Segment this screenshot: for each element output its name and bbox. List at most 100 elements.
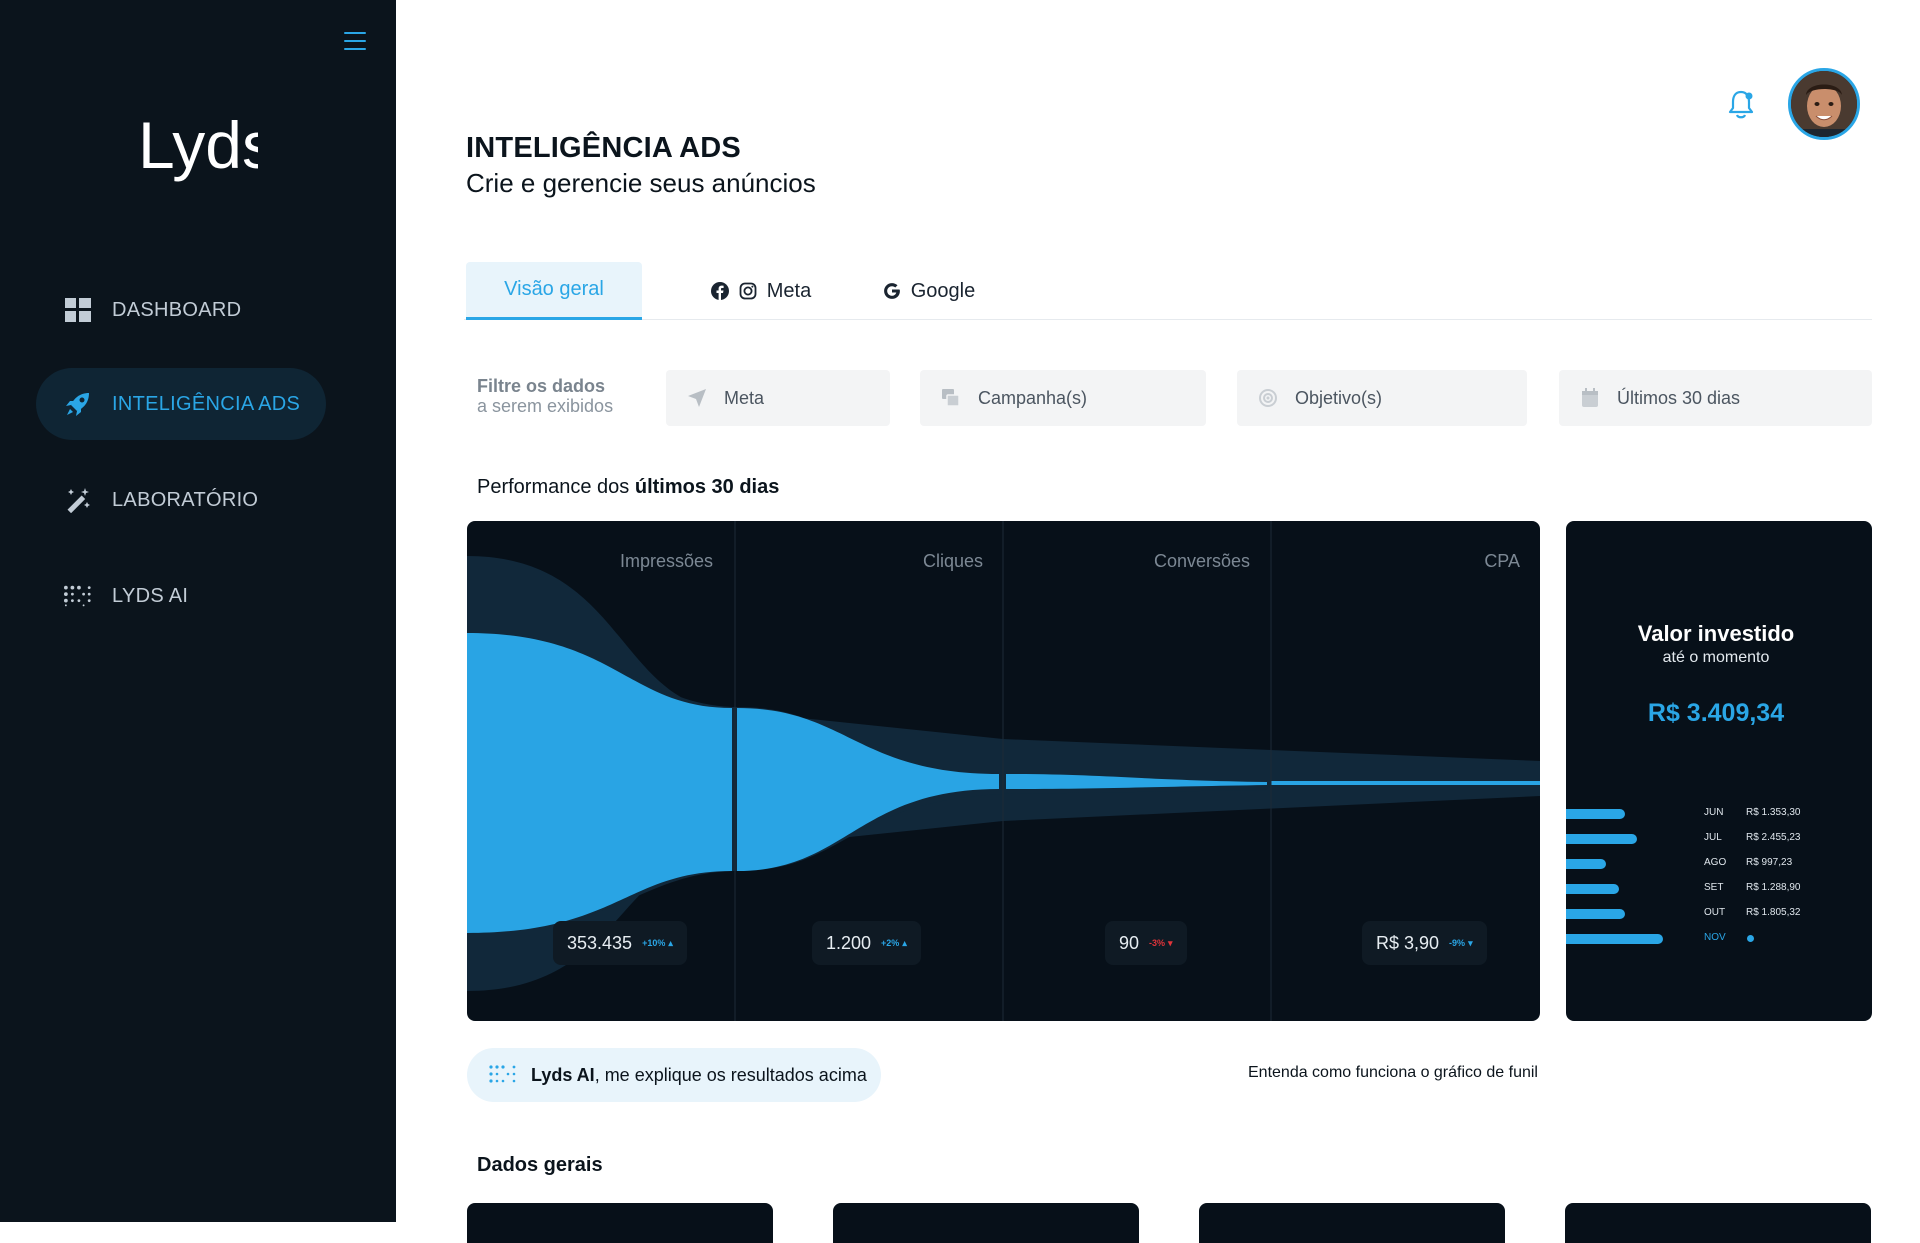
metric-cpa: R$ 3,90 -9% ▾ — [1362, 921, 1487, 965]
tab-label: Visão geral — [504, 278, 604, 300]
data-card — [833, 1203, 1139, 1243]
page-title: INTELIGÊNCIA ADS — [466, 132, 741, 164]
funnel-label-impressoes: Impressões — [619, 551, 713, 571]
metric-delta: -3% — [1149, 938, 1166, 948]
instagram-icon — [739, 282, 757, 300]
investment-bar-row: NOV — [1566, 932, 1872, 946]
data-card — [1199, 1203, 1505, 1243]
ai-prompt-text: Lyds AI, me explique os resultados acima — [531, 1065, 867, 1086]
grid-icon — [64, 296, 92, 324]
investment-bar — [1566, 934, 1663, 944]
ai-prompt-strong: Lyds AI — [531, 1064, 595, 1085]
investment-bar — [1566, 834, 1637, 844]
investment-title: Valor investido — [1637, 621, 1795, 646]
tab-visao-geral[interactable]: Visão geral — [466, 262, 642, 320]
trend-up-icon: ▴ — [902, 937, 907, 948]
current-month-dot — [1747, 935, 1754, 942]
investment-bar — [1566, 859, 1606, 869]
magic-wand-icon — [64, 486, 92, 514]
filter-value: Campanha(s) — [978, 387, 1088, 408]
tab-google[interactable]: Google — [864, 262, 994, 320]
metric-value: 1.200 — [826, 932, 872, 953]
filter-label: Filtre os dados a serem exibidos — [477, 376, 613, 416]
metric-delta: +10% — [642, 938, 666, 948]
lyds-logo: Lyds — [138, 108, 258, 182]
investment-bar-row: AGO R$ 997,23 — [1566, 857, 1872, 871]
avatar-image — [1791, 71, 1857, 137]
investment-month: NOV — [1704, 932, 1726, 943]
sidebar-item-lyds-ai[interactable]: LYDS AI — [36, 560, 326, 632]
investment-bar-row: JUL R$ 2.455,23 — [1566, 832, 1872, 846]
data-card — [1565, 1203, 1871, 1243]
investment-amount: R$ 1.288,90 — [1746, 882, 1801, 893]
funnel-label-cliques: Cliques — [922, 551, 983, 571]
sidebar-item-laboratorio[interactable]: LABORATÓRIO — [36, 464, 326, 536]
trend-down-icon: ▾ — [1468, 937, 1473, 948]
avatar[interactable] — [1788, 68, 1860, 140]
filter-campaign[interactable]: Campanha(s) — [920, 370, 1206, 426]
investment-amount: R$ 997,23 — [1746, 857, 1793, 868]
layers-icon — [940, 387, 962, 409]
dots-grid-icon — [489, 1065, 517, 1085]
investment-bar-row: JUN R$ 1.353,30 — [1566, 807, 1872, 821]
data-card — [467, 1203, 773, 1243]
general-data-title: Dados gerais — [477, 1154, 603, 1176]
funnel-stage-cpa — [1271, 781, 1540, 785]
funnel-label-conversoes: Conversões — [1153, 551, 1250, 571]
metric-value: 353.435 — [567, 932, 633, 953]
investment-month: OUT — [1704, 907, 1726, 918]
dots-grid-icon — [64, 582, 92, 610]
funnel-chart: Impressões Cliques Conversões CPA 353.43… — [467, 521, 1540, 1021]
filter-label-line2: a serem exibidos — [477, 396, 614, 416]
investment-month: JUL — [1704, 832, 1722, 843]
filter-value: Meta — [724, 387, 765, 408]
filter-value: Objetivo(s) — [1295, 387, 1383, 408]
menu-icon[interactable] — [344, 32, 366, 52]
send-icon — [686, 387, 708, 409]
filter-value: Últimos 30 dias — [1617, 387, 1741, 408]
metric-conversoes: 90 -3% ▾ — [1105, 921, 1187, 965]
bell-icon[interactable] — [1726, 88, 1756, 120]
sidebar-item-label: DASHBOARD — [112, 298, 242, 321]
performance-prefix: Performance dos — [477, 476, 635, 498]
investment-total: R$ 3.409,34 — [1647, 699, 1785, 727]
sidebar-item-label: LYDS AI — [112, 584, 189, 607]
investment-amount: R$ 2.455,23 — [1746, 832, 1801, 843]
sidebar-item-label: INTELIGÊNCIA ADS — [112, 392, 301, 415]
metric-delta: -9% — [1449, 938, 1466, 948]
investment-card: Valor investido até o momento R$ 3.409,3… — [1566, 521, 1872, 1021]
trend-up-icon: ▴ — [668, 937, 673, 948]
target-icon — [1257, 387, 1279, 409]
metric-delta: +2% — [881, 938, 900, 948]
facebook-icon — [710, 282, 729, 300]
filter-platform[interactable]: Meta — [666, 370, 890, 426]
filter-date-range[interactable]: Últimos 30 dias — [1559, 370, 1872, 426]
trend-down-icon: ▾ — [1168, 937, 1173, 948]
investment-month: JUN — [1704, 807, 1724, 818]
filter-objective[interactable]: Objetivo(s) — [1237, 370, 1527, 426]
funnel-stage-impressoes — [467, 633, 732, 933]
logo-text: Lyds — [138, 108, 258, 182]
performance-title: Performance dos últimos 30 dias — [477, 476, 779, 499]
lyds-ai-explain-button[interactable]: Lyds AI, me explique os resultados acima — [467, 1048, 881, 1102]
ai-prompt-rest: , me explique os resultados acima — [594, 1064, 867, 1085]
investment-bar — [1566, 809, 1625, 819]
investment-month: SET — [1704, 882, 1724, 893]
metric-impressoes: 353.435 +10% ▴ — [553, 921, 687, 965]
investment-bar-row: OUT R$ 1.805,32 — [1566, 907, 1872, 921]
metric-value: 90 — [1119, 932, 1140, 953]
metric-cliques: 1.200 +2% ▴ — [812, 921, 921, 965]
funnel-help-link[interactable]: Entenda como funciona o gráfico de funil — [1248, 1064, 1538, 1082]
performance-emphasis: últimos 30 dias — [634, 476, 780, 498]
investment-bar-row: SET R$ 1.288,90 — [1566, 882, 1872, 896]
tab-bar: Visão geral Meta Google — [464, 262, 1872, 320]
investment-amount: R$ 1.805,32 — [1746, 907, 1801, 918]
sidebar-item-inteligencia-ads[interactable]: INTELIGÊNCIA ADS — [36, 368, 326, 440]
google-icon — [883, 282, 901, 300]
tab-meta[interactable]: Meta — [696, 262, 826, 320]
investment-bar — [1566, 909, 1625, 919]
investment-subtitle: até o momento — [1662, 649, 1770, 666]
sidebar-item-dashboard[interactable]: DASHBOARD — [36, 274, 326, 346]
rocket-icon — [64, 390, 92, 418]
calendar-icon — [1579, 387, 1601, 409]
